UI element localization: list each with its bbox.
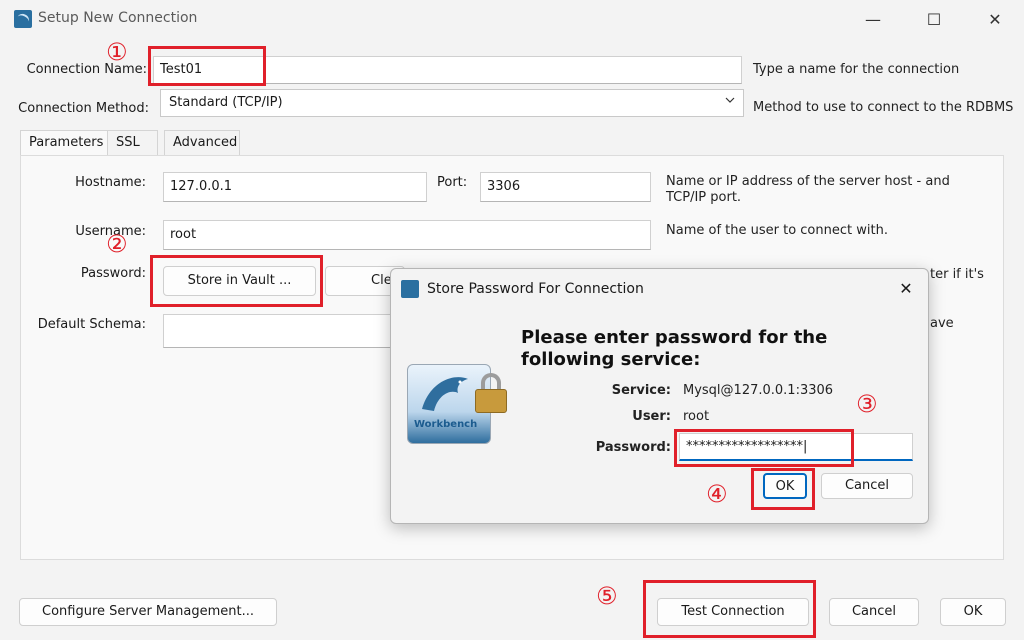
hostname-hint: Name or IP address of the server host - … xyxy=(666,174,950,205)
annotation-box-2 xyxy=(150,255,323,307)
step-1-marker: ① xyxy=(106,38,128,66)
password-hint: ter if it's xyxy=(930,267,984,282)
password-label: Password: xyxy=(80,266,146,281)
port-label: Port: xyxy=(437,175,468,190)
annotation-box-4 xyxy=(751,468,815,510)
maximize-icon[interactable]: ☐ xyxy=(911,4,957,36)
port-input[interactable]: 3306 xyxy=(480,172,651,202)
connection-method-hint: Method to use to connect to the RDBMS xyxy=(753,100,1014,115)
mysql-workbench-icon xyxy=(14,10,32,28)
close-icon[interactable]: ✕ xyxy=(972,4,1018,36)
lock-icon xyxy=(475,389,507,413)
connection-method-select[interactable]: Standard (TCP/IP) xyxy=(160,89,744,117)
hostname-input[interactable]: 127.0.0.1 xyxy=(163,172,427,202)
connection-method-label: Connection Method: xyxy=(18,101,149,116)
connection-name-hint: Type a name for the connection xyxy=(753,62,960,77)
user-value: root xyxy=(683,409,710,424)
dialog-password-label: Password: xyxy=(595,440,671,455)
window-title: Setup New Connection xyxy=(38,10,198,26)
username-input[interactable]: root xyxy=(163,220,651,250)
connection-method-value: Standard (TCP/IP) xyxy=(169,95,283,110)
dolphin-icon xyxy=(422,377,468,411)
configure-server-management-button[interactable]: Configure Server Management... xyxy=(19,598,277,626)
minimize-icon[interactable]: — xyxy=(850,4,896,36)
mysql-workbench-icon xyxy=(401,280,419,298)
step-5-marker: ⑤ xyxy=(596,582,618,610)
username-label: Username: xyxy=(75,224,146,239)
annotation-box-3 xyxy=(674,429,854,467)
hostname-label: Hostname: xyxy=(75,175,146,190)
tab-ssl[interactable]: SSL xyxy=(108,130,158,156)
dialog-title: Store Password For Connection xyxy=(427,281,644,297)
tab-parameters[interactable]: Parameters xyxy=(20,130,108,156)
chevron-down-icon xyxy=(725,97,735,103)
tab-advanced[interactable]: Advanced xyxy=(164,130,240,156)
default-schema-input[interactable] xyxy=(163,314,403,348)
step-3-marker: ③ xyxy=(856,390,878,418)
service-value: Mysql@127.0.0.1:3306 xyxy=(683,383,834,398)
annotation-box-5 xyxy=(643,580,816,638)
dialog-close-icon[interactable]: ✕ xyxy=(891,277,921,301)
step-4-marker: ④ xyxy=(706,480,728,508)
dialog-cancel-button[interactable]: Cancel xyxy=(821,473,913,499)
annotation-box-1 xyxy=(148,46,266,86)
default-schema-label: Default Schema: xyxy=(37,317,146,332)
store-password-dialog: Store Password For Connection ✕ Workbenc… xyxy=(390,268,929,524)
service-label: Service: xyxy=(611,383,671,398)
dialog-prompt: Please enter password for the following … xyxy=(521,327,828,370)
user-label: User: xyxy=(632,409,671,424)
step-2-marker: ② xyxy=(106,230,128,258)
cancel-button[interactable]: Cancel xyxy=(829,598,919,626)
default-schema-hint: ave xyxy=(930,316,954,331)
workbench-logo-text: Workbench xyxy=(414,419,478,430)
ok-button[interactable]: OK xyxy=(940,598,1006,626)
username-hint: Name of the user to connect with. xyxy=(666,223,888,238)
